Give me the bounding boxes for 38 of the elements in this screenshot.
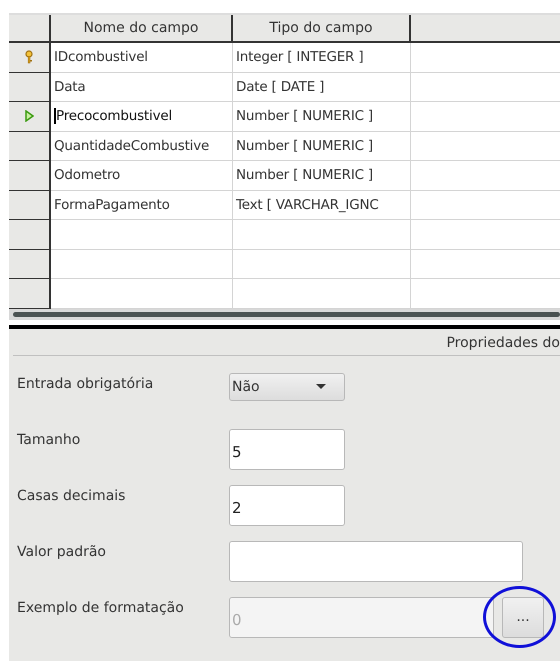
field-label: Entrada obrigatória <box>17 374 154 392</box>
table-cell: Date [ DATE ] <box>233 72 411 102</box>
row-header[interactable] <box>9 220 51 250</box>
table-cell: QuantidadeCombustive <box>51 132 233 161</box>
column-header: Tipo do campo <box>233 15 411 41</box>
current-row-icon <box>24 110 34 122</box>
row-header[interactable] <box>9 250 51 279</box>
row-header[interactable] <box>9 72 51 102</box>
input-field[interactable] <box>229 540 523 582</box>
row-header[interactable] <box>9 190 51 220</box>
table-cell: Integer [ INTEGER ] <box>233 43 411 72</box>
table-cell: IDcombustivel <box>51 43 233 72</box>
field-label: Casas decimais <box>17 486 126 504</box>
table-cell: Number [ NUMERIC ] <box>233 102 411 132</box>
field-label: Valor padrão <box>17 542 107 560</box>
table-cell: Data <box>51 72 233 102</box>
row-header[interactable] <box>9 161 51 190</box>
table-cell: Number [ NUMERIC ] <box>233 132 411 161</box>
table-cell: Number [ NUMERIC ] <box>233 161 411 190</box>
column-header: Nome do campo <box>51 15 233 41</box>
row-header[interactable] <box>9 43 51 72</box>
key-icon <box>25 50 33 64</box>
table-cell: Text [ VARCHAR_IGNC <box>233 190 411 220</box>
field-label: Exemplo de formatação <box>17 598 185 616</box>
table-cell: Precocombustivel <box>51 102 233 132</box>
row-header[interactable] <box>9 279 51 308</box>
field-label: Tamanho <box>17 430 82 448</box>
input-field[interactable]: 5 <box>229 428 345 470</box>
table-cell: Odometro <box>51 161 233 190</box>
format-example-field: 0 <box>229 596 494 638</box>
row-header[interactable] <box>9 102 51 132</box>
panel-title: Propriedades do <box>446 334 560 350</box>
row-header[interactable] <box>9 132 51 161</box>
table-cell: FormaPagamento <box>51 190 233 220</box>
input-field[interactable]: 2 <box>229 484 345 526</box>
caret-icon <box>316 384 326 389</box>
scrollbar-thumb[interactable] <box>13 312 560 316</box>
dropdown[interactable]: Não <box>229 372 345 400</box>
